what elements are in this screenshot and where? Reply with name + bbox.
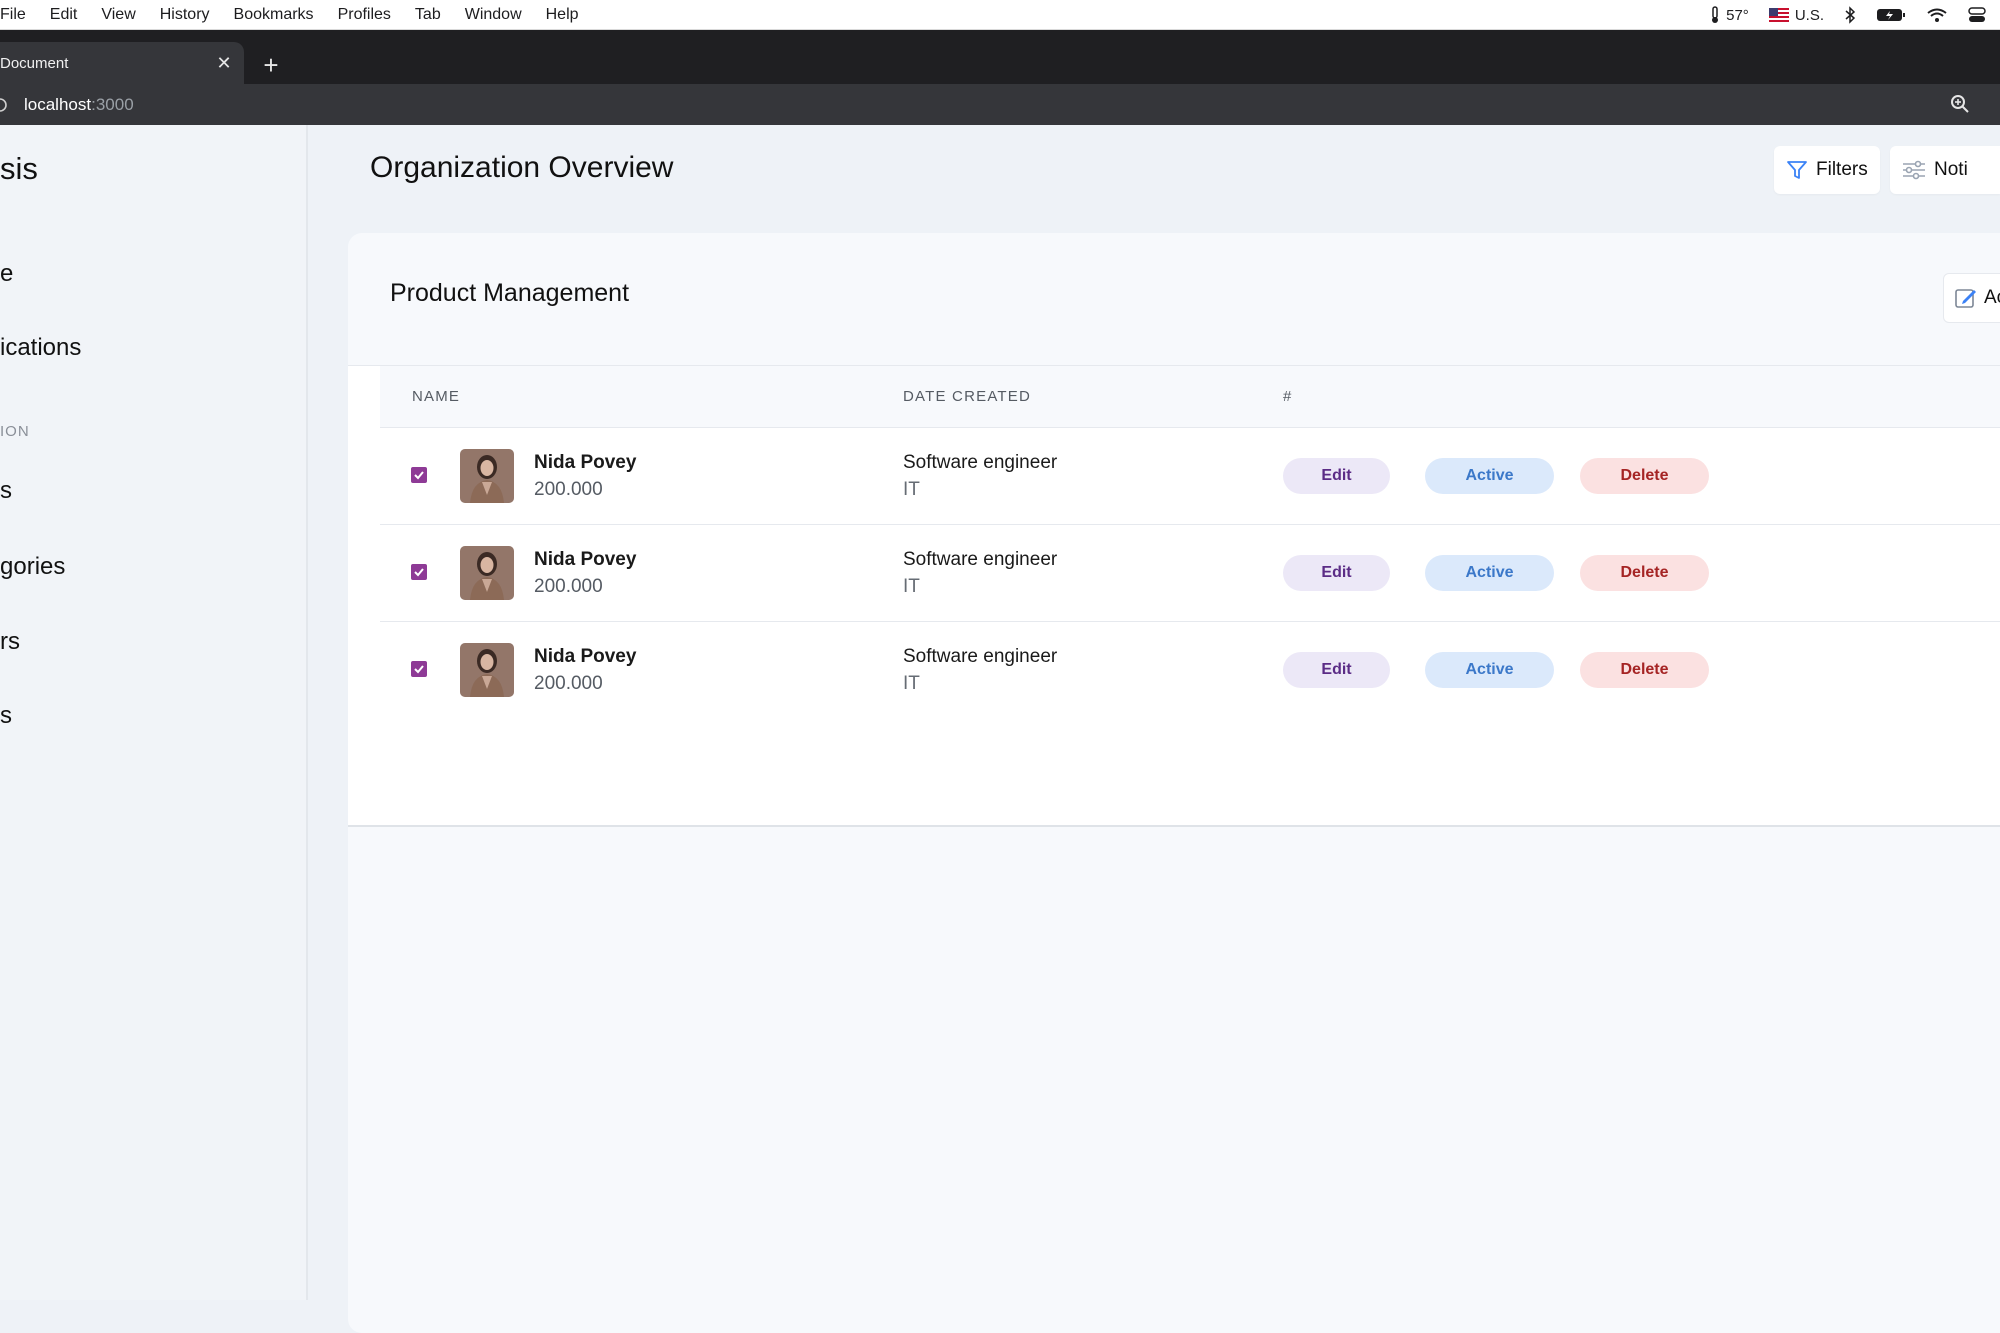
browser-tab-bar: Document ✕ + (0, 30, 2000, 84)
delete-button[interactable]: Delete (1580, 652, 1709, 688)
row-job-title: Software engineer (903, 646, 1058, 667)
products-table: NAME DATE CREATED # Nida Povey 200.000 S… (348, 365, 2000, 827)
row-amount: 200.000 (534, 673, 603, 694)
row-department: IT (903, 673, 920, 694)
row-amount: 200.000 (534, 479, 603, 500)
edit-button[interactable]: Edit (1283, 458, 1390, 494)
row-department: IT (903, 479, 920, 500)
wifi-icon[interactable] (1926, 7, 1948, 23)
active-status-button[interactable]: Active (1425, 555, 1554, 591)
check-icon (414, 665, 424, 674)
weather-text: 57° (1726, 6, 1749, 24)
menu-help[interactable]: Help (546, 6, 579, 24)
url-host: localhost (24, 94, 92, 114)
menu-bookmarks[interactable]: Bookmarks (234, 6, 314, 24)
row-checkbox[interactable] (411, 467, 427, 483)
row-name: Nida Povey (534, 452, 637, 473)
avatar (460, 643, 514, 697)
thermometer-icon (1712, 6, 1719, 23)
menu-bar: File Edit View History Bookmarks Profile… (0, 0, 2000, 30)
battery-icon[interactable] (1876, 7, 1906, 23)
edit-button[interactable]: Edit (1283, 652, 1390, 688)
edit-button[interactable]: Edit (1283, 555, 1390, 591)
weather-status[interactable]: 57° (1710, 6, 1749, 24)
menu-view[interactable]: View (101, 6, 135, 24)
page-title: Organization Overview (370, 151, 674, 184)
bluetooth-icon[interactable] (1844, 6, 1856, 24)
table-row: Nida Povey 200.000 Software engineer IT … (380, 428, 2000, 525)
sidebar-item-5[interactable]: rs (0, 628, 20, 656)
close-icon[interactable]: ✕ (212, 51, 236, 75)
check-icon (414, 471, 424, 480)
us-flag-icon (1768, 8, 1789, 22)
notifications-button[interactable]: Noti (1890, 146, 2000, 194)
sidebar-item-1[interactable]: e (0, 260, 13, 288)
menu-list: File Edit View History Bookmarks Profile… (0, 6, 603, 24)
filters-button[interactable]: Filters (1774, 146, 1880, 194)
avatar (460, 546, 514, 600)
menu-tab[interactable]: Tab (415, 6, 441, 24)
sidebar-item-4[interactable]: gories (0, 553, 65, 581)
new-tab-button[interactable]: + (256, 50, 286, 80)
delete-button[interactable]: Delete (1580, 458, 1709, 494)
sidebar-item-2[interactable]: ications (0, 334, 81, 362)
sidebar-brand: sis (0, 151, 38, 186)
column-header-name: NAME (412, 388, 461, 405)
avatar (460, 449, 514, 503)
check-icon (414, 568, 424, 577)
card-title: Product Management (390, 279, 630, 307)
add-label: Ac (1984, 287, 2000, 308)
tab-document[interactable]: Document ✕ (0, 42, 244, 84)
active-status-button[interactable]: Active (1425, 458, 1554, 494)
menu-file[interactable]: File (0, 6, 26, 24)
table-row: Nida Povey 200.000 Software engineer IT … (380, 622, 2000, 719)
column-header-hash: # (1283, 388, 1293, 405)
row-name: Nida Povey (534, 549, 637, 570)
zoom-icon[interactable] (1950, 94, 1970, 114)
row-department: IT (903, 576, 920, 597)
sidebar: sis e ications ION s gories rs s (0, 125, 308, 1300)
url-port: :3000 (91, 94, 134, 114)
row-job-title: Software engineer (903, 452, 1058, 473)
menu-history[interactable]: History (160, 6, 210, 24)
edit-square-icon (1955, 289, 1976, 308)
filter-icon (1787, 161, 1807, 179)
sidebar-item-3[interactable]: s (0, 477, 12, 505)
menu-profiles[interactable]: Profiles (338, 6, 391, 24)
row-amount: 200.000 (534, 576, 603, 597)
active-status-button[interactable]: Active (1425, 652, 1554, 688)
sidebar-section-label: ION (0, 423, 30, 440)
delete-button[interactable]: Delete (1580, 555, 1709, 591)
table-row: Nida Povey 200.000 Software engineer IT … (380, 525, 2000, 622)
tab-title: Document (0, 54, 69, 72)
row-name: Nida Povey (534, 646, 637, 667)
sliders-icon (1903, 160, 1925, 180)
filters-label: Filters (1816, 159, 1868, 180)
row-checkbox[interactable] (411, 564, 427, 580)
column-header-date-created: DATE CREATED (903, 388, 1032, 405)
menu-edit[interactable]: Edit (50, 6, 78, 24)
main-content: Organization Overview Filters Noti Produ… (310, 125, 2000, 1333)
status-area: 57° U.S. (1710, 0, 2000, 30)
menu-window[interactable]: Window (465, 6, 522, 24)
notifications-label: Noti (1934, 159, 1968, 180)
keyboard-status[interactable]: U.S. (1768, 6, 1824, 24)
row-job-title: Software engineer (903, 549, 1058, 570)
sidebar-item-6[interactable]: s (0, 702, 12, 730)
add-button[interactable]: Ac (1943, 273, 2000, 323)
site-info-icon[interactable] (0, 97, 8, 113)
row-checkbox[interactable] (411, 661, 427, 677)
control-center-icon[interactable] (1968, 7, 1986, 23)
keyboard-text: U.S. (1794, 6, 1824, 24)
address-bar[interactable]: localhost:3000 (0, 84, 2000, 125)
table-header: NAME DATE CREATED # (380, 366, 2000, 428)
